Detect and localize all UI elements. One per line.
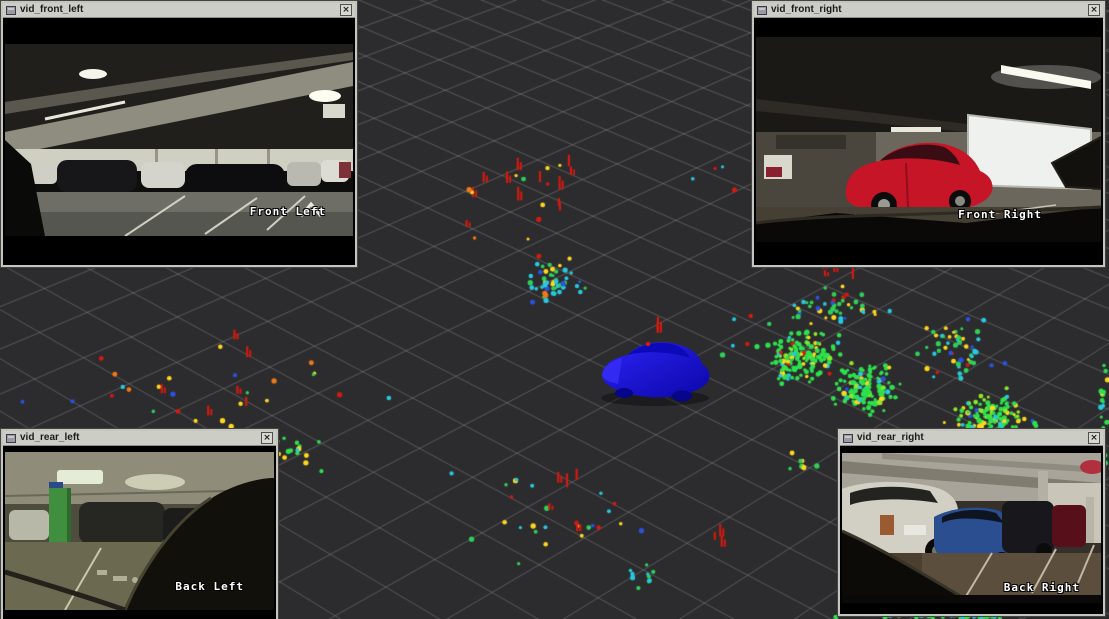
camera-label-front-right: Front Right bbox=[958, 208, 1042, 221]
visualization-app: vid_front_left × bbox=[0, 0, 1109, 619]
window-title: vid_front_left bbox=[20, 3, 83, 17]
camera-label-rear-left: Back Left bbox=[175, 580, 244, 593]
titlebar-front-right[interactable]: vid_front_right × bbox=[754, 3, 1103, 18]
close-icon[interactable]: × bbox=[1088, 432, 1100, 444]
close-icon[interactable]: × bbox=[340, 4, 352, 16]
window-vid-rear-right: vid_rear_right × bbox=[838, 429, 1105, 616]
camera-image-front-right bbox=[756, 37, 1101, 242]
camera-label-rear-right: Back Right bbox=[1004, 581, 1080, 594]
window-icon bbox=[6, 6, 16, 15]
window-title: vid_front_right bbox=[771, 3, 842, 17]
window-title: vid_rear_left bbox=[20, 431, 79, 445]
camera-view-front-right: Front Right bbox=[754, 18, 1103, 261]
titlebar-rear-right[interactable]: vid_rear_right × bbox=[840, 431, 1103, 446]
radar-marker bbox=[646, 342, 650, 346]
close-icon[interactable]: × bbox=[1088, 4, 1100, 16]
titlebar-rear-left[interactable]: vid_rear_left × bbox=[3, 431, 276, 446]
close-icon[interactable]: × bbox=[261, 432, 273, 444]
window-icon bbox=[6, 434, 16, 443]
window-vid-rear-left: vid_rear_left × bbox=[1, 429, 278, 619]
window-vid-front-right: vid_front_right × bbox=[752, 1, 1105, 267]
camera-view-front-left: Front Left bbox=[3, 18, 355, 261]
camera-view-rear-left: Back Left bbox=[3, 446, 276, 615]
window-icon bbox=[757, 6, 767, 15]
window-icon bbox=[843, 434, 853, 443]
camera-view-rear-right: Back Right bbox=[840, 446, 1103, 610]
window-vid-front-left: vid_front_left × bbox=[1, 1, 357, 267]
titlebar-front-left[interactable]: vid_front_left × bbox=[3, 3, 355, 18]
window-title: vid_rear_right bbox=[857, 431, 924, 445]
camera-label-front-left: Front Left bbox=[250, 205, 326, 218]
ego-vehicle-model bbox=[594, 334, 718, 408]
